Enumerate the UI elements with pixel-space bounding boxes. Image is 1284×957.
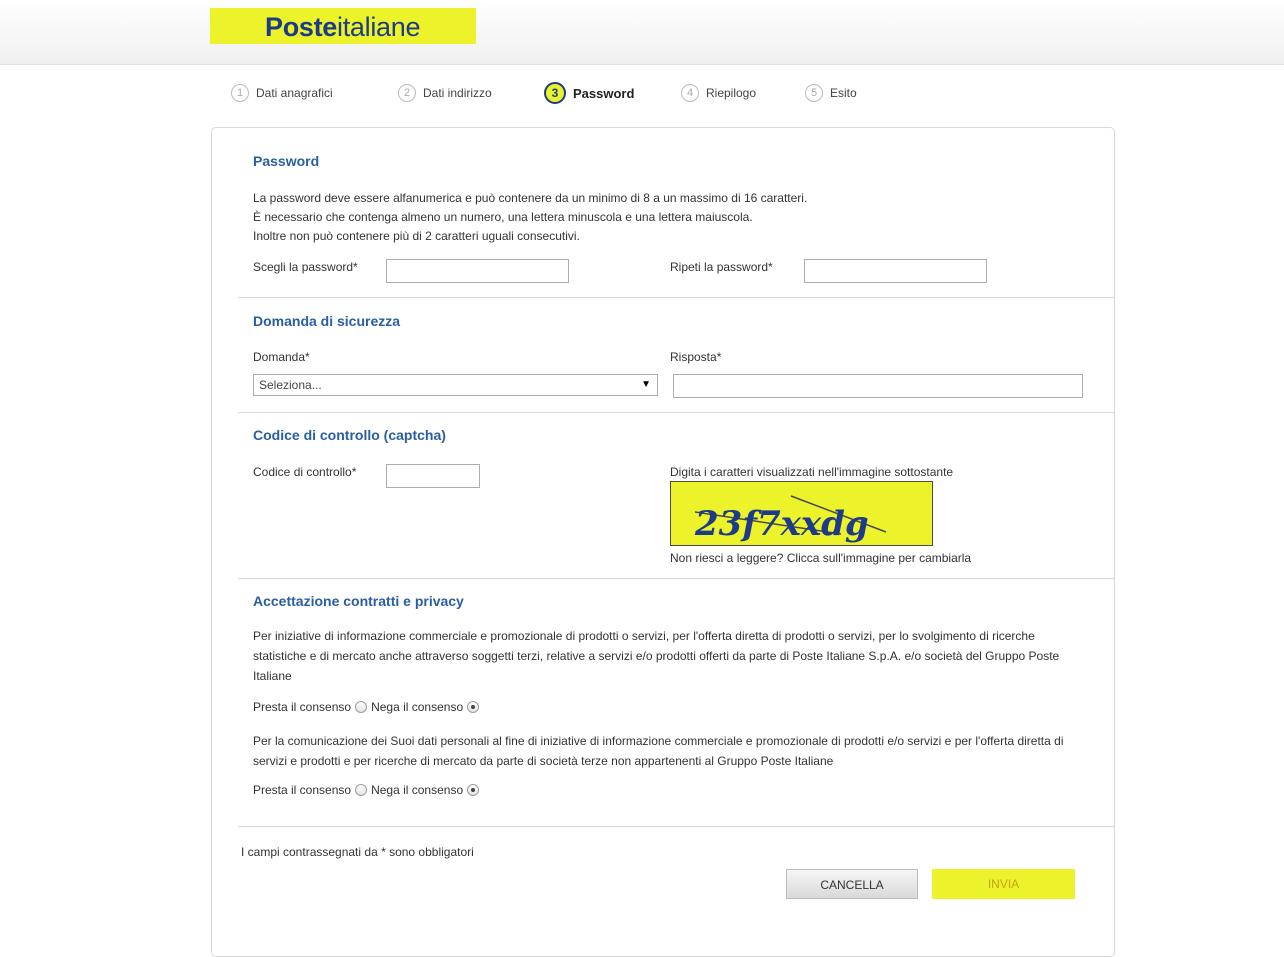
- step-number: 3: [544, 82, 566, 104]
- step-label: Esito: [830, 86, 857, 100]
- step-dati-indirizzo: 2 Dati indirizzo: [398, 84, 492, 102]
- answer-label: Risposta*: [670, 350, 722, 364]
- captcha-text: 23f7xxdg: [694, 504, 869, 544]
- step-number: 2: [398, 84, 416, 102]
- section-title-captcha: Codice di controllo (captcha): [253, 427, 446, 443]
- step-label: Riepilogo: [706, 86, 757, 100]
- consent-give-label: Presta il consenso: [253, 700, 352, 714]
- consent-1-give-radio[interactable]: [355, 701, 368, 713]
- captcha-hint: Digita i caratteri visualizzati nell'imm…: [670, 465, 954, 479]
- password-rule-1: La password deve essere alfanumerica e p…: [253, 191, 808, 205]
- step-number: 1: [231, 84, 249, 102]
- section-title-password: Password: [253, 153, 320, 169]
- consent-2-give-radio[interactable]: [355, 784, 368, 796]
- consent-deny-label: Nega il consenso: [371, 783, 464, 797]
- registration-form: Password La password deve essere alfanum…: [211, 127, 1115, 957]
- step-riepilogo: 4 Riepilogo: [681, 84, 756, 102]
- choose-password-input[interactable]: [386, 259, 569, 283]
- choose-password-label: Scegli la password*: [253, 260, 358, 274]
- repeat-password-input[interactable]: [804, 259, 987, 283]
- step-label: Password: [573, 85, 635, 101]
- consent-2-deny-radio[interactable]: [467, 784, 480, 796]
- security-answer-input[interactable]: [673, 374, 1083, 398]
- captcha-code-input[interactable]: [386, 464, 480, 488]
- section-title-privacy: Accettazione contratti e privacy: [253, 593, 464, 609]
- section-title-security: Domanda di sicurezza: [253, 313, 401, 329]
- consent-2-options: Presta il consenso Nega il consenso: [253, 780, 483, 800]
- consent-2-text: Per la comunicazione dei Suoi dati perso…: [253, 734, 1064, 768]
- section-divider: [238, 297, 1114, 298]
- password-rule-2: È necessario che contenga almeno un nume…: [253, 210, 753, 224]
- consent-deny-label: Nega il consenso: [371, 700, 464, 714]
- captcha-image[interactable]: 23f7xxdg: [670, 481, 933, 546]
- step-label: Dati indirizzo: [423, 86, 492, 100]
- repeat-password-label: Ripeti la password*: [670, 260, 773, 274]
- header-bar: Posteitaliane: [0, 0, 1284, 65]
- question-label: Domanda*: [253, 350, 310, 364]
- step-number: 4: [681, 84, 699, 102]
- step-dati-anagrafici: 1 Dati anagrafici: [231, 84, 333, 102]
- send-button[interactable]: INVIA: [932, 869, 1075, 899]
- captcha-graphic: 23f7xxdg: [694, 495, 887, 544]
- consent-give-label: Presta il consenso: [253, 783, 352, 797]
- section-divider: [238, 412, 1114, 413]
- consent-1-text: Per iniziative di informazione commercia…: [253, 629, 1060, 683]
- step-password: 3 Password: [544, 82, 634, 104]
- security-question-select[interactable]: Seleziona... ▼: [253, 374, 658, 396]
- password-rule-3: Inoltre non può contenere più di 2 carat…: [253, 229, 580, 243]
- poste-italiane-logo[interactable]: Posteitaliane: [210, 8, 476, 44]
- captcha-code-label: Codice di controllo*: [253, 465, 357, 479]
- dropdown-arrow-icon: ▼: [641, 379, 651, 390]
- cancel-button[interactable]: CANCELLA: [786, 869, 918, 899]
- required-fields-note: I campi contrassegnati da * sono obbliga…: [241, 845, 474, 859]
- step-esito: 5 Esito: [805, 84, 857, 102]
- step-label: Dati anagrafici: [256, 86, 333, 100]
- step-number: 5: [805, 84, 823, 102]
- consent-1-deny-radio[interactable]: [467, 701, 480, 713]
- question-selected-value: Seleziona...: [259, 378, 322, 392]
- consent-1-options: Presta il consenso Nega il consenso: [253, 697, 483, 717]
- section-divider: [238, 578, 1114, 579]
- captcha-refresh-hint: Non riesci a leggere? Clicca sull'immagi…: [670, 551, 972, 565]
- section-divider: [238, 826, 1114, 827]
